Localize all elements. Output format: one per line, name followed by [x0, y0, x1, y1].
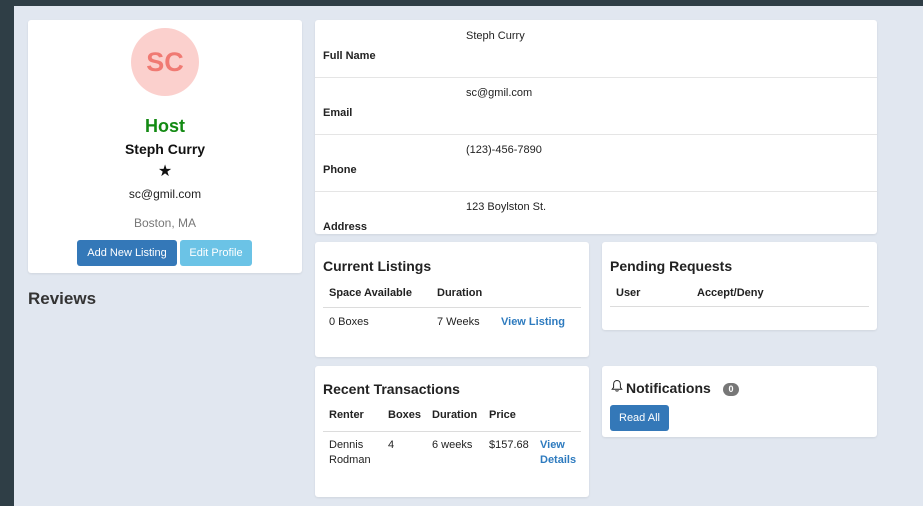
user-role: Host [145, 116, 185, 136]
pending-requests-card: Pending Requests User Accept/Deny [602, 242, 877, 330]
info-row-full-name: Full Name Steph Curry [315, 20, 877, 78]
notifications-title: Notifications [626, 380, 711, 396]
transaction-price-cell: $157.68 [489, 439, 529, 451]
listing-space-cell: 0 Boxes [329, 316, 369, 328]
profile-location: Boston, MA [133, 216, 197, 230]
profile-name: Steph Curry [124, 141, 206, 157]
column-header: Space Available [329, 287, 412, 299]
listing-duration-cell: 7 Weeks [437, 316, 480, 328]
view-details-link-line1: View [540, 439, 565, 451]
avatar: SC [131, 28, 199, 96]
column-header: Price [489, 409, 516, 421]
renter-first-name: Dennis [329, 439, 364, 451]
info-label: Email [323, 107, 353, 119]
info-value: 123 Boylston St. [466, 201, 547, 213]
info-value: Steph Curry [466, 30, 525, 42]
read-all-button[interactable]: Read All [610, 405, 669, 431]
current-listings-title: Current Listings [323, 258, 432, 274]
bell-icon [611, 379, 623, 392]
info-row-email: Email sc@gmil.com [315, 77, 877, 135]
star-icon: ★ [157, 163, 173, 180]
column-header: User [616, 287, 641, 299]
reviews-heading: Reviews [28, 289, 97, 308]
renter-last-name: Rodman [329, 454, 371, 466]
column-header: Boxes [388, 409, 422, 421]
recent-transactions-card: Recent Transactions Renter Boxes Duratio… [315, 366, 589, 497]
info-row-address: Address 123 Boylston St. [315, 191, 877, 248]
transaction-boxes-cell: 4 [388, 439, 395, 451]
table-divider [323, 431, 581, 432]
view-details-link[interactable]: View Details [540, 438, 576, 468]
column-header: Renter [329, 409, 364, 421]
dashboard-page: SC Host Steph Curry ★ sc@gmil.com Boston… [14, 6, 923, 506]
info-label: Address [323, 221, 368, 233]
recent-transactions-title: Recent Transactions [323, 381, 460, 397]
column-header: Duration [437, 287, 483, 299]
profile-card: SC Host Steph Curry ★ sc@gmil.com Boston… [28, 20, 302, 273]
pending-requests-title: Pending Requests [610, 258, 733, 274]
notification-count-badge: 0 [723, 383, 739, 396]
profile-email: sc@gmil.com [128, 187, 202, 201]
view-listing-link[interactable]: View Listing [501, 315, 565, 330]
column-header: Duration [432, 409, 478, 421]
edit-profile-button[interactable]: Edit Profile [180, 240, 252, 266]
info-label: Phone [323, 164, 357, 176]
current-listings-card: Current Listings Space Available Duratio… [315, 242, 589, 357]
info-row-phone: Phone (123)-456-7890 [315, 134, 877, 192]
info-value: (123)-456-7890 [466, 144, 542, 156]
view-details-link-line2: Details [540, 454, 577, 466]
transaction-renter-cell: Dennis Rodman [329, 438, 371, 468]
transaction-duration-cell: 6 weeks [432, 439, 473, 451]
window-left-border [0, 0, 14, 506]
table-divider [610, 306, 869, 307]
user-info-card: Full Name Steph Curry Email sc@gmil.com … [315, 20, 877, 234]
info-value: sc@gmil.com [466, 87, 533, 99]
add-new-listing-button[interactable]: Add New Listing [77, 240, 177, 266]
column-header: Accept/Deny [697, 287, 764, 299]
table-divider [323, 307, 581, 308]
info-label: Full Name [323, 50, 376, 62]
notifications-card: Notifications 0 Read All [602, 366, 877, 437]
